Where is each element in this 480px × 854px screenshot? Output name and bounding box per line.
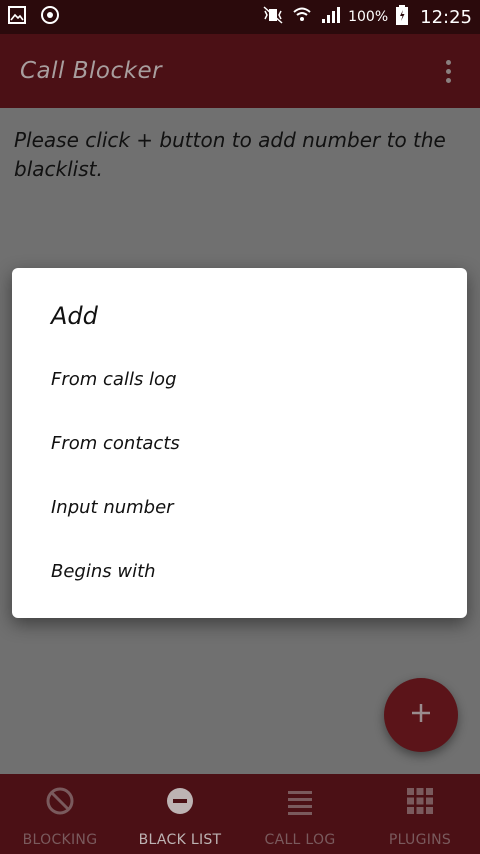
begins-with-option[interactable]: Begins with [12,543,467,599]
nav-plugins[interactable]: PLUGINS [360,774,480,854]
grid-icon [406,784,434,818]
from-calls-log-option[interactable]: From calls log [12,351,467,407]
from-contacts-option[interactable]: From contacts [12,415,467,471]
add-button[interactable] [384,678,458,752]
nav-call-log[interactable]: CALL LOG [240,774,360,854]
wifi-icon [292,6,312,28]
battery-percent: 100% [348,9,389,25]
input-number-option[interactable]: Input number [12,479,467,535]
vibrate-mute-icon [262,6,284,28]
battery-icon [396,5,409,29]
app-title: Call Blocker [20,58,163,84]
block-icon [45,784,75,818]
nav-black-list[interactable]: BLACK LIST [120,774,240,854]
nav-label: CALL LOG [264,832,336,848]
nav-label: PLUGINS [388,832,452,848]
bottom-navigation: BLOCKING BLACK LIST CALL LOG PLUGINS [0,774,480,854]
empty-list-hint: Please click + button to add number to t… [14,128,446,181]
clock: 12:25 [420,6,472,28]
list-icon [286,784,314,818]
app-bar: Call Blocker [0,34,480,108]
overflow-menu-icon[interactable] [436,51,460,91]
add-dialog: Add From calls log From contacts Input n… [12,268,467,618]
sync-notification-icon [40,5,60,29]
minus-circle-icon [165,784,195,818]
dialog-title: Add [51,302,98,330]
nav-label: BLOCKING [22,832,98,848]
plus-icon [409,701,433,729]
image-notification-icon [8,6,26,28]
nav-blocking[interactable]: BLOCKING [0,774,120,854]
signal-icon [320,6,341,28]
status-bar: 100% 12:25 [0,0,480,34]
nav-label: BLACK LIST [138,832,222,848]
